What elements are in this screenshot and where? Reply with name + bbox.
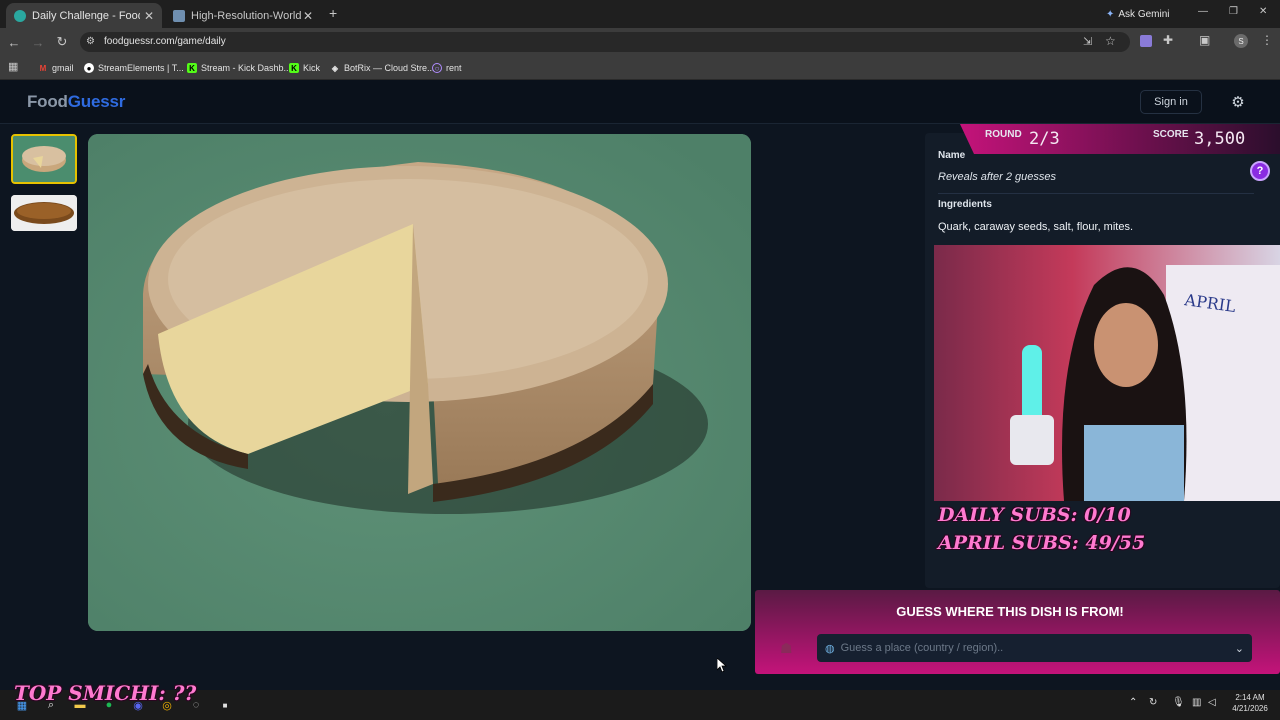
install-app-icon[interactable]: ⇲ bbox=[1083, 35, 1092, 48]
tab-world-map[interactable]: High-Resolution-World-Map.jp ✕ bbox=[165, 3, 321, 28]
sign-in-button[interactable]: Sign in bbox=[1140, 90, 1202, 114]
logo-food-text: Food bbox=[27, 92, 68, 111]
tab-daily-challenge[interactable]: Daily Challenge - FoodGuessr | ✕ bbox=[6, 3, 162, 28]
call-of-duty-icon[interactable]: ■ bbox=[215, 695, 235, 715]
tray-wifi-icon[interactable]: ▥ bbox=[1192, 697, 1201, 708]
obs-icon[interactable]: ◌ bbox=[186, 695, 206, 715]
bookmark-label: Kick bbox=[303, 63, 321, 73]
spotify-icon[interactable]: ● bbox=[99, 695, 119, 715]
round-label: ROUND bbox=[985, 129, 1022, 140]
ingredients-value: Quark, caraway seeds, salt, flour, mites… bbox=[938, 221, 1134, 233]
guess-title: GUESS WHERE THIS DISH IS FROM! bbox=[896, 604, 1124, 619]
bookmark-rent[interactable]: ○ rent bbox=[432, 60, 462, 76]
gmail-icon: M bbox=[39, 63, 47, 73]
daily-subs-overlay: DAILY SUBS: 0/10 bbox=[938, 504, 1131, 526]
browser-tab-strip: Daily Challenge - FoodGuessr | ✕ High-Re… bbox=[0, 0, 1280, 28]
logo-guessr-text: Guessr bbox=[67, 92, 126, 111]
streamer-webcam: APRIL bbox=[934, 245, 1280, 501]
dish-photo bbox=[88, 134, 751, 631]
name-value: Reveals after 2 guesses bbox=[938, 171, 1057, 183]
taskbar-clock[interactable]: 2:14 AM 4/21/2026 bbox=[1230, 692, 1270, 714]
twitch-extension-icon[interactable] bbox=[1140, 35, 1152, 47]
foodguessr-logo[interactable]: FoodGuessr bbox=[27, 92, 125, 112]
foodguessr-favicon-icon bbox=[14, 9, 26, 22]
score-value: 3,500 bbox=[1194, 129, 1246, 149]
menu-kebab-icon[interactable]: ⋮ bbox=[1261, 33, 1273, 47]
forward-icon[interactable]: → bbox=[30, 34, 46, 50]
site-info-icon[interactable]: ⚙ bbox=[86, 36, 95, 47]
mouse-cursor-icon bbox=[717, 658, 727, 672]
bookmark-label: BotRix — Cloud Stre... bbox=[344, 63, 435, 73]
url-text: foodguessr.com/game/daily bbox=[104, 36, 226, 47]
image-favicon-icon bbox=[173, 9, 185, 22]
cheesecake-image bbox=[88, 134, 751, 631]
guess-placeholder: Guess a place (country / region).. bbox=[840, 642, 1004, 654]
ask-gemini-button[interactable]: ✦ Ask Gemini bbox=[1106, 6, 1170, 22]
dish-thumbnail-1[interactable] bbox=[11, 134, 77, 184]
minimize-button[interactable]: — bbox=[1198, 6, 1208, 17]
tray-volume-icon[interactable]: ◁ bbox=[1208, 697, 1216, 708]
bookmark-label: gmail bbox=[52, 63, 74, 73]
close-tab-icon[interactable]: ✕ bbox=[303, 9, 313, 23]
hint-lock-icon[interactable]: ☗ bbox=[780, 640, 793, 657]
apps-grid-icon[interactable]: ▦ bbox=[8, 60, 18, 73]
globe-icon: ◍ bbox=[825, 642, 835, 655]
ask-gemini-label: Ask Gemini bbox=[1118, 8, 1170, 20]
rent-icon: ○ bbox=[432, 63, 442, 73]
name-label: Name bbox=[938, 150, 966, 161]
bookmark-kick[interactable]: K Kick bbox=[289, 60, 320, 76]
panel-divider bbox=[938, 193, 1254, 194]
chevron-down-icon[interactable]: ⌄ bbox=[1235, 642, 1244, 655]
bookmark-kick-dashboard[interactable]: K Stream - Kick Dashb... bbox=[187, 60, 291, 76]
close-tab-icon[interactable]: ✕ bbox=[144, 9, 154, 23]
restore-button[interactable]: ❐ bbox=[1229, 6, 1238, 17]
clock-date: 4/21/2026 bbox=[1232, 704, 1268, 713]
kick-icon: K bbox=[289, 63, 299, 73]
score-label: SCORE bbox=[1153, 129, 1189, 140]
address-bar[interactable]: ⚙ foodguessr.com/game/daily ⇲ ☆ bbox=[80, 32, 1130, 52]
profile-avatar[interactable]: S bbox=[1234, 34, 1248, 48]
settings-gear-icon[interactable]: ⚙ bbox=[1228, 92, 1248, 112]
guess-location-input[interactable]: ◍ Guess a place (country / region).. ⌄ bbox=[817, 634, 1252, 662]
botrix-icon: ◈ bbox=[331, 63, 339, 73]
dish-thumbnail-2[interactable] bbox=[11, 195, 77, 231]
chrome-icon[interactable]: ◎ bbox=[157, 695, 177, 715]
discord-icon[interactable]: ◉ bbox=[128, 695, 148, 715]
cheesecake-thumbnail-image bbox=[13, 136, 75, 182]
search-icon[interactable]: ⌕ bbox=[41, 695, 61, 715]
file-explorer-icon[interactable]: ▬ bbox=[70, 695, 90, 715]
windows-start-icon[interactable]: ▦ bbox=[12, 695, 32, 715]
streamelements-icon: ● bbox=[84, 63, 94, 73]
clock-time: 2:14 AM bbox=[1235, 693, 1265, 702]
bookmark-label: StreamElements | T... bbox=[98, 63, 184, 73]
bookmark-star-icon[interactable]: ☆ bbox=[1105, 34, 1116, 48]
april-subs-overlay: APRIL SUBS: 49/55 bbox=[938, 532, 1146, 554]
extensions-icon[interactable]: ✚ bbox=[1163, 33, 1173, 47]
bookmark-label: Stream - Kick Dashb... bbox=[201, 63, 292, 73]
bookmark-label: rent bbox=[446, 63, 462, 73]
ingredients-label: Ingredients bbox=[938, 199, 992, 210]
new-tab-button[interactable]: + bbox=[329, 5, 337, 21]
window-close-button[interactable]: ✕ bbox=[1259, 6, 1267, 17]
kick-icon: K bbox=[187, 63, 197, 73]
tray-sync-icon[interactable]: ↻ bbox=[1149, 697, 1157, 708]
side-panel-icon[interactable]: ▣ bbox=[1199, 33, 1210, 47]
tab-title: Daily Challenge - FoodGuessr | bbox=[32, 9, 140, 22]
back-icon[interactable]: ← bbox=[6, 34, 22, 50]
reload-icon[interactable]: ↻ bbox=[54, 34, 70, 50]
site-header bbox=[0, 80, 1280, 124]
gemini-sparkle-icon: ✦ bbox=[1106, 8, 1115, 20]
tray-mic-icon[interactable]: 🎙 bbox=[1172, 697, 1185, 708]
webcam-feed-image: APRIL bbox=[934, 245, 1280, 501]
croquette-thumbnail-image bbox=[11, 195, 77, 231]
bookmark-streamelements[interactable]: ● StreamElements | T... bbox=[84, 60, 184, 76]
round-value: 2/3 bbox=[1029, 129, 1060, 149]
tab-title: High-Resolution-World-Map.jp bbox=[191, 9, 301, 22]
bookmark-gmail[interactable]: M gmail bbox=[38, 60, 74, 76]
help-question-icon[interactable]: ? bbox=[1250, 161, 1270, 181]
bookmarks-bar: ▦ M gmail ● StreamElements | T... K Stre… bbox=[0, 56, 1280, 80]
tray-chevron-up-icon[interactable]: ⌃ bbox=[1129, 697, 1137, 708]
bookmark-botrix[interactable]: ◈ BotRix — Cloud Stre... bbox=[330, 60, 435, 76]
